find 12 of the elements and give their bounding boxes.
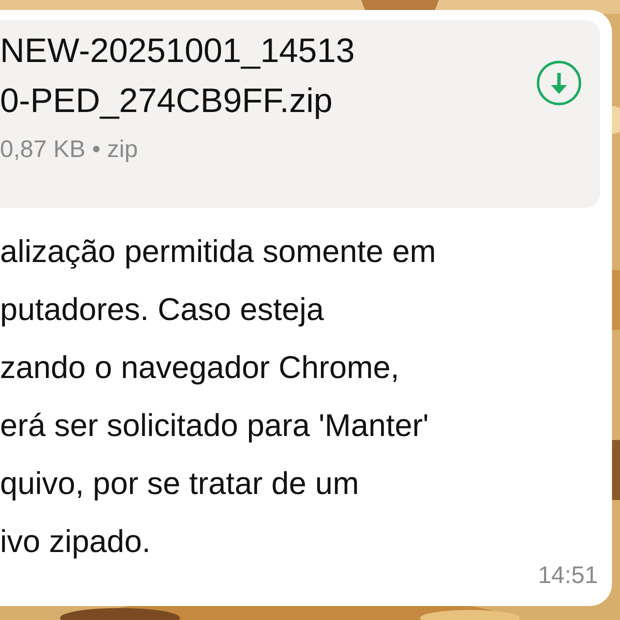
- message-text: zando o navegador Chrome,: [0, 348, 400, 387]
- message-text: erá ser solicitado para 'Manter': [0, 406, 429, 445]
- message-text: ivo zipado.: [0, 522, 151, 561]
- file-name: 0-PED_274CB9FF.zip: [0, 81, 334, 122]
- file-attachment[interactable]: NEW-20251001_14513 0-PED_274CB9FF.zip 0,87 KB • zip: [0, 20, 600, 208]
- file-name: NEW-20251001_14513: [0, 31, 356, 72]
- message-text: putadores. Caso esteja: [0, 290, 324, 329]
- message-time: 14:51: [538, 562, 598, 590]
- message-text: quivo, por se tratar de um: [0, 464, 359, 503]
- download-icon[interactable]: [536, 60, 582, 106]
- message-text: alização permitida somente em: [0, 232, 436, 271]
- file-size: 0,87 KB • zip: [0, 136, 139, 164]
